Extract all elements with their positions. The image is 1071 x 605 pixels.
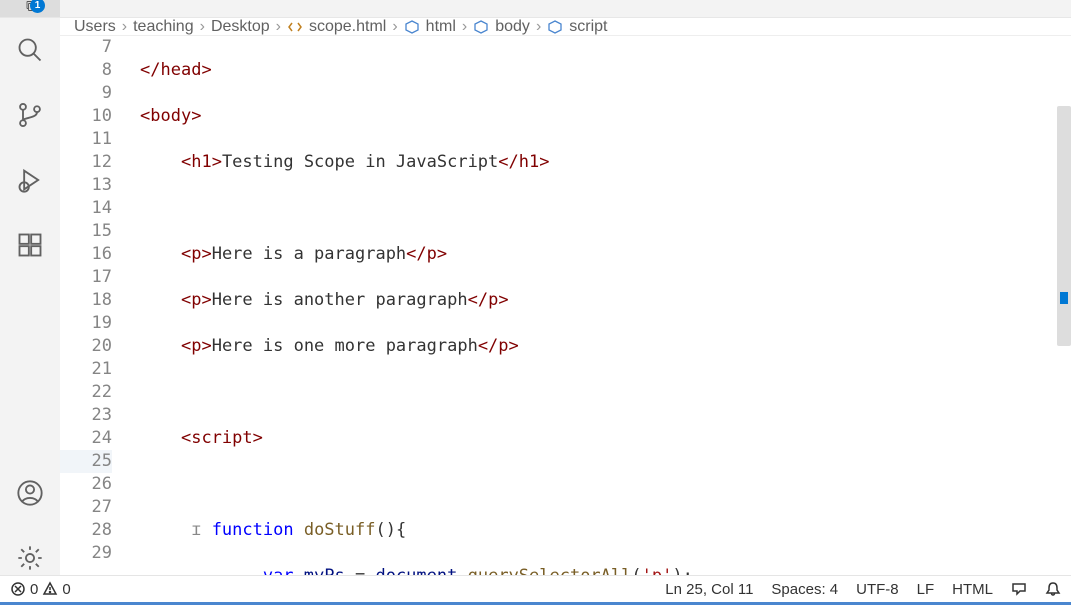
warning-icon [42,581,58,597]
line-number: 24 [60,427,112,450]
gear-icon [16,544,44,572]
explorer-activity-button[interactable]: 1 [0,0,60,17]
code-line[interactable]: <p>Here is a paragraph</p> [140,243,1071,266]
activity-bar [0,18,60,575]
language-status[interactable]: HTML [952,581,993,598]
file-code-icon [287,19,303,35]
line-number: 12 [60,151,112,174]
code-line[interactable]: <p>Here is another paragraph</p> [140,289,1071,312]
vertical-scrollbar[interactable] [1057,106,1071,346]
line-gutter: 7 8 9 10 11 12 13 14 15 16 17 18 19 20 2… [60,36,140,575]
line-number: 21 [60,358,112,381]
chevron-right-icon: › [392,18,397,36]
tab-bar: 1 [0,0,1071,18]
code-line[interactable]: var myPs = document.querySelectorAll('p'… [140,565,1071,575]
line-number: 27 [60,496,112,519]
line-number: 28 [60,519,112,542]
breadcrumb[interactable]: Users › teaching › Desktop › scope.html › ht… [60,18,1071,36]
line-number: 13 [60,174,112,197]
line-number: 22 [60,381,112,404]
line-number: 29 [60,542,112,565]
line-number: 7 [60,36,112,59]
code-line[interactable]: </head> [140,59,1071,82]
breadcrumb-seg[interactable]: Desktop [211,18,270,36]
line-number: 25 [60,450,112,473]
code-line[interactable] [140,197,1071,220]
line-number: 15 [60,220,112,243]
debug-activity-button[interactable] [16,166,44,197]
line-number: 9 [60,82,112,105]
code-line[interactable]: <h1>Testing Scope in JavaScript</h1> [140,151,1071,174]
warning-count: 0 [62,581,70,598]
code-line[interactable] [140,473,1071,496]
chevron-right-icon: › [276,18,281,36]
error-count: 0 [30,581,38,598]
bell-icon[interactable] [1045,581,1061,597]
line-number: 14 [60,197,112,220]
chevron-right-icon: › [122,18,127,36]
chevron-right-icon: › [200,18,205,36]
line-number: 17 [60,266,112,289]
search-activity-button[interactable] [16,36,44,67]
breadcrumb-seg[interactable]: html [426,18,456,36]
line-number: 20 [60,335,112,358]
code-line[interactable]: <p>Here is one more paragraph</p> [140,335,1071,358]
code-editor[interactable]: 7 8 9 10 11 12 13 14 15 16 17 18 19 20 2… [60,36,1071,575]
line-number: 16 [60,243,112,266]
symbol-module-icon [547,19,563,35]
line-number: 19 [60,312,112,335]
line-number: 26 [60,473,112,496]
symbol-module-icon [404,19,420,35]
account-icon [16,479,44,507]
breadcrumb-seg[interactable]: body [495,18,530,36]
feedback-icon[interactable] [1011,581,1027,597]
error-icon [10,581,26,597]
code-line[interactable]: <script> [140,427,1071,450]
main-layout: Users › teaching › Desktop › scope.html › ht… [0,18,1071,575]
breadcrumb-seg[interactable]: scope.html [309,18,386,36]
line-number: 8 [60,59,112,82]
code-line[interactable]: ɪ function doStuff(){ [140,519,1071,542]
code-line[interactable] [140,381,1071,404]
settings-activity-button[interactable] [16,544,44,575]
overview-ruler-mark [1060,292,1068,304]
cursor-position[interactable]: Ln 25, Col 11 [665,581,753,598]
breadcrumb-seg[interactable]: script [569,18,607,36]
problems-status[interactable]: 0 0 [10,581,71,598]
code-lines[interactable]: </head> <body> <h1>Testing Scope in Java… [140,36,1071,575]
status-bar: 0 0 Ln 25, Col 11 Spaces: 4 UTF-8 LF HTM… [0,575,1071,602]
search-icon [16,36,44,64]
extensions-icon [16,231,44,259]
scm-activity-button[interactable] [16,101,44,132]
encoding-status[interactable]: UTF-8 [856,581,899,598]
run-debug-icon [16,166,44,194]
line-number: 11 [60,128,112,151]
symbol-module-icon [473,19,489,35]
modified-badge: 1 [30,0,45,13]
line-number: 23 [60,404,112,427]
breadcrumb-seg[interactable]: Users [74,18,116,36]
eol-status[interactable]: LF [917,581,935,598]
extensions-activity-button[interactable] [16,231,44,262]
indent-status[interactable]: Spaces: 4 [771,581,838,598]
branch-icon [16,101,44,129]
chevron-right-icon: › [536,18,541,36]
breadcrumb-seg[interactable]: teaching [133,18,194,36]
chevron-right-icon: › [462,18,467,36]
line-number: 18 [60,289,112,312]
account-activity-button[interactable] [16,479,44,510]
line-number: 10 [60,105,112,128]
editor-area: Users › teaching › Desktop › scope.html › ht… [60,18,1071,575]
code-line[interactable]: <body> [140,105,1071,128]
